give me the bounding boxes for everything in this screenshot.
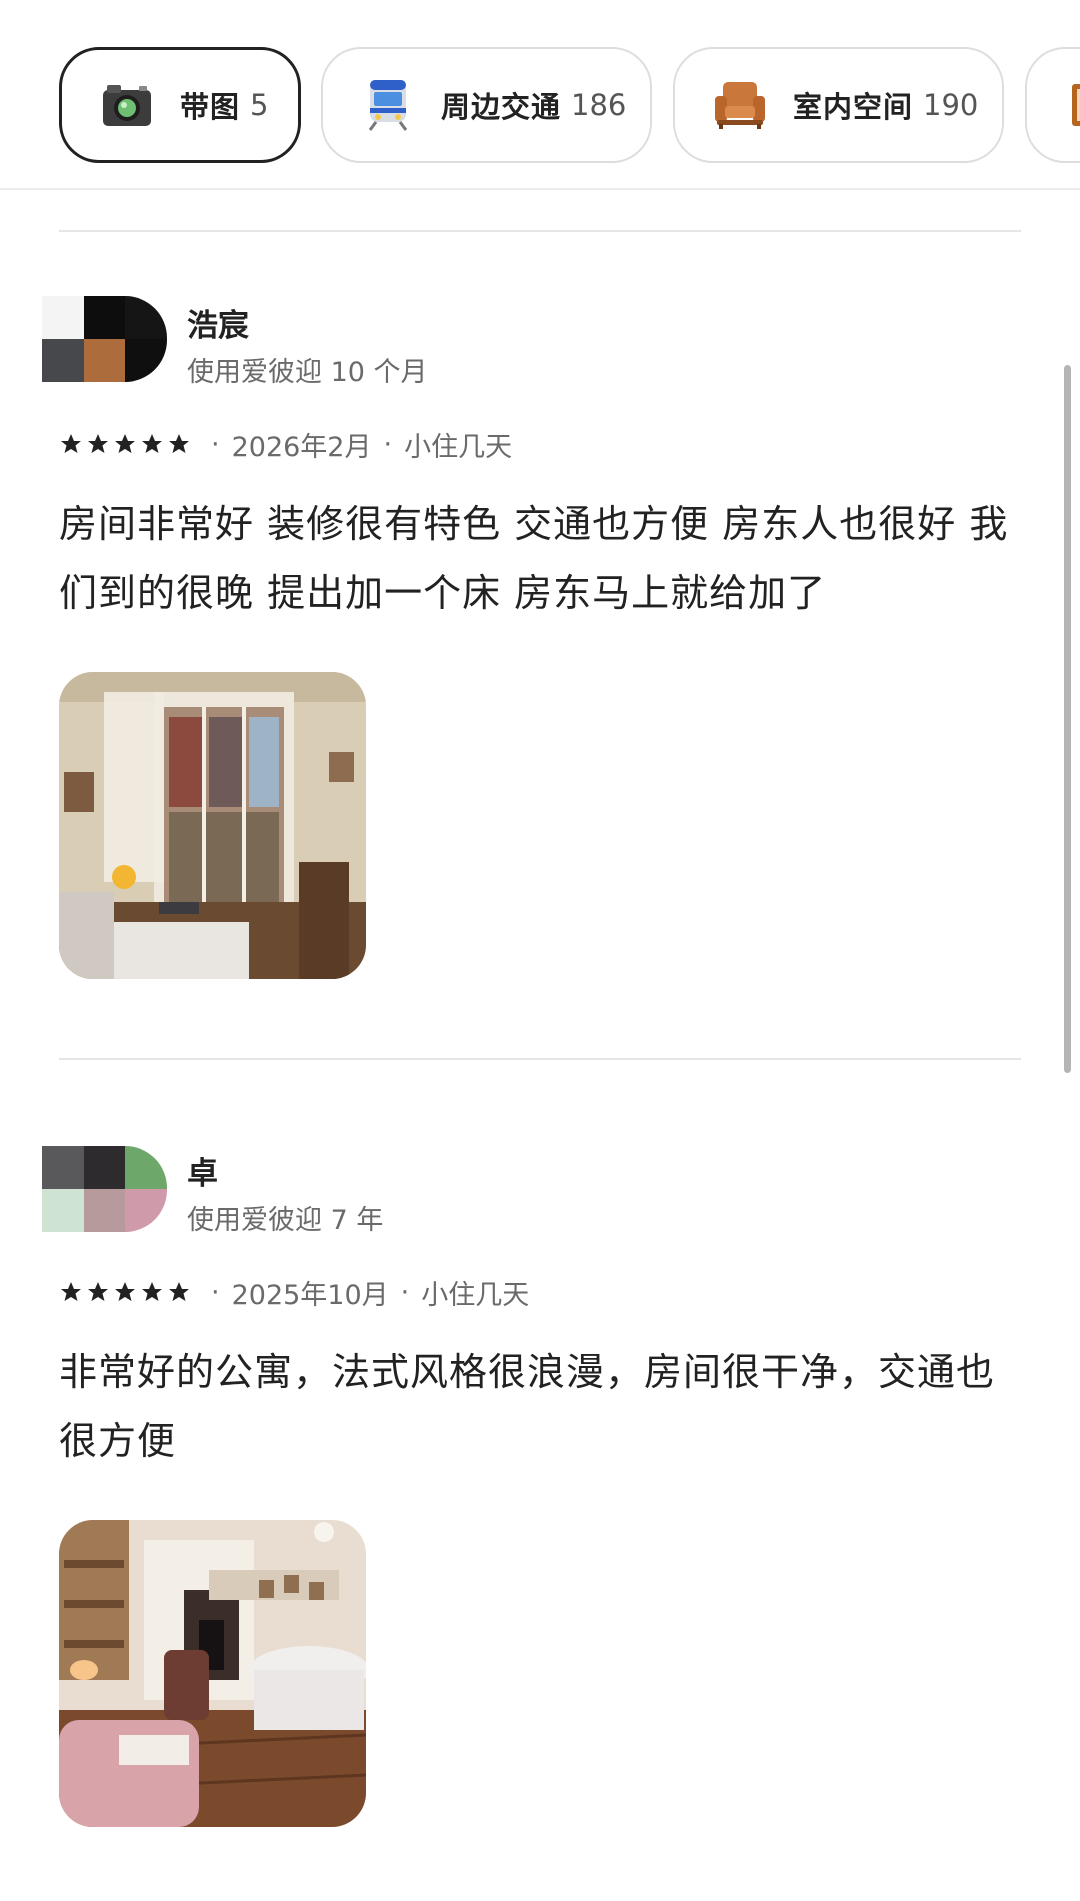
separator-dot: ·: [211, 1276, 220, 1308]
filter-chip-count: 5: [250, 88, 269, 122]
star-icon: [142, 1282, 162, 1301]
star-icon: [61, 1282, 81, 1301]
review-filter-bar: 带图 5 周边交通 186 室内空间 190: [0, 0, 1080, 190]
filter-chip-label: 带图: [180, 90, 241, 124]
review-text-line: 房间非常好 装修很有特色 交通也方便 房东人也很好 我: [59, 502, 1009, 546]
star-icon: [115, 1282, 135, 1301]
armchair-icon: [713, 78, 767, 132]
filter-chip-count: 190: [923, 88, 979, 122]
review-date: 2026年2月: [231, 431, 372, 463]
separator-dot: ·: [383, 428, 393, 460]
filter-chip-with-photos[interactable]: 带图 5: [59, 47, 301, 163]
reviewer-tenure: 使用爱彼迎 7 年: [187, 1205, 384, 1236]
filter-chip-label: 室内空间: [793, 90, 914, 124]
stay-length: 小住几天: [404, 431, 513, 463]
review-date: 2025年10月: [231, 1279, 389, 1311]
reviewer-tenure: 使用爱彼迎 10 个月: [187, 357, 428, 388]
picture-frame-icon: [1063, 78, 1080, 132]
avatar[interactable]: [42, 1146, 167, 1232]
star-icon: [88, 1282, 108, 1301]
filter-chip-transit[interactable]: 周边交通 186: [321, 47, 652, 163]
filter-chip-interior[interactable]: 室内空间 190: [673, 47, 1004, 163]
review-meta: · 2026年2月 · 小住几天: [59, 426, 513, 463]
review-meta: · 2025年10月 · 小住几天: [59, 1274, 530, 1311]
review-text: 非常好的公寓，法式风格很浪漫，房间很干净，交通也 很方便: [59, 1338, 1019, 1476]
star-rating: [59, 1280, 191, 1304]
review-text-line: 非常好的公寓，法式风格很浪漫，房间很干净，交通也: [59, 1350, 996, 1394]
review-photo[interactable]: [59, 672, 366, 979]
review-text-line: 很方便: [59, 1419, 177, 1463]
star-icon: [88, 434, 108, 453]
star-icon: [169, 1282, 189, 1301]
star-icon: [169, 434, 189, 453]
filter-chip-label: 周边交通: [441, 90, 562, 124]
review-photo[interactable]: [59, 1520, 366, 1827]
scrollbar[interactable]: [1064, 365, 1071, 1073]
star-icon: [142, 434, 162, 453]
camera-icon: [100, 78, 154, 132]
divider: [59, 230, 1021, 232]
separator-dot: ·: [400, 1276, 410, 1308]
reviewer-name: 浩宸: [187, 308, 249, 344]
divider: [59, 1058, 1021, 1060]
star-rating: [59, 432, 191, 456]
filter-chip-count: 186: [571, 88, 627, 122]
review-text-line: 们到的很晚 提出加一个床 房东马上就给加了: [59, 571, 827, 615]
star-icon: [61, 434, 81, 453]
train-icon: [361, 78, 415, 132]
review-text: 房间非常好 装修很有特色 交通也方便 房东人也很好 我 们到的很晚 提出加一个床…: [59, 490, 1019, 628]
reviewer-name: 卓: [187, 1156, 218, 1192]
stay-length: 小住几天: [421, 1279, 530, 1311]
separator-dot: ·: [211, 428, 220, 460]
filter-chip-more[interactable]: [1025, 47, 1080, 163]
avatar[interactable]: [42, 296, 167, 382]
star-icon: [115, 434, 135, 453]
